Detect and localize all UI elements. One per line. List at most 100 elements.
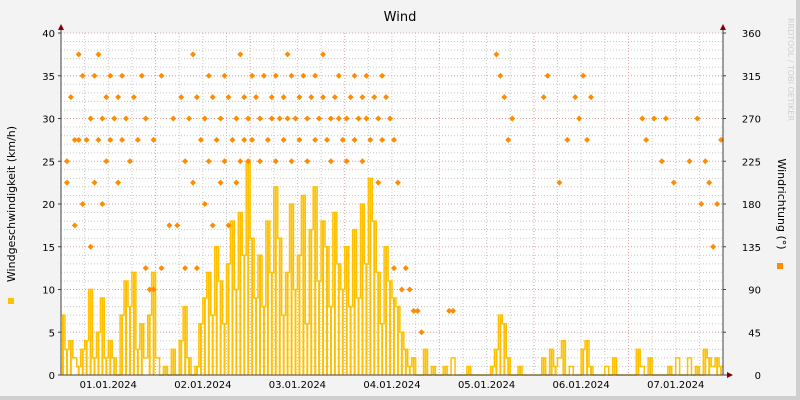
speed-bar bbox=[716, 357, 719, 375]
speed-bar bbox=[393, 298, 395, 375]
speed-bar bbox=[314, 186, 317, 375]
chart-background: Wind Windgeschwindigkeit (km/h) Windrich… bbox=[0, 0, 800, 400]
y-tick-label: 20 bbox=[42, 200, 55, 211]
speed-bar bbox=[337, 263, 340, 375]
y-tick-label: 35 bbox=[42, 72, 55, 83]
speed-bar bbox=[247, 161, 250, 375]
speed-bar bbox=[550, 349, 553, 375]
speed-bar bbox=[184, 306, 187, 375]
speed-bar bbox=[77, 366, 80, 375]
x-axis-arrow-icon bbox=[727, 372, 733, 378]
legend-speed-swatch bbox=[8, 298, 14, 304]
y-tick-label: 10 bbox=[42, 286, 55, 297]
speed-bar bbox=[306, 323, 309, 375]
speed-bar bbox=[322, 221, 325, 375]
speed-bar bbox=[404, 349, 407, 375]
speed-bar bbox=[704, 349, 707, 375]
speed-bar bbox=[381, 323, 384, 375]
speed-bar bbox=[195, 366, 198, 375]
speed-bar bbox=[369, 178, 372, 375]
y-tick-label: 40 bbox=[42, 29, 55, 40]
speed-bar bbox=[318, 280, 321, 375]
speed-bar bbox=[164, 366, 167, 375]
speed-bar bbox=[590, 366, 593, 375]
speed-bar bbox=[274, 186, 277, 375]
speed-bar bbox=[385, 246, 388, 375]
speed-bar bbox=[310, 229, 313, 375]
speed-bar bbox=[132, 272, 135, 375]
speed-bar bbox=[255, 298, 258, 375]
speed-bar bbox=[105, 357, 108, 375]
speed-bar bbox=[507, 357, 510, 375]
speed-bar bbox=[519, 366, 522, 375]
speed-bar bbox=[62, 315, 64, 375]
speed-bar bbox=[278, 238, 281, 375]
speed-bar bbox=[696, 366, 699, 375]
x-tick-label: 05.01.2024 bbox=[458, 380, 515, 391]
speed-bar bbox=[109, 340, 112, 375]
y2-tick-label: 45 bbox=[748, 328, 761, 339]
speed-bar bbox=[97, 332, 100, 375]
x-tick-label: 07.01.2024 bbox=[647, 380, 704, 391]
speed-bar bbox=[542, 357, 545, 375]
speed-bar bbox=[89, 289, 92, 375]
speed-bar bbox=[495, 349, 498, 375]
speed-bar bbox=[349, 306, 352, 375]
speed-bar bbox=[389, 280, 392, 375]
speed-bar bbox=[554, 366, 557, 375]
speed-bar bbox=[302, 195, 305, 375]
speed-bar bbox=[219, 280, 222, 375]
speed-bar bbox=[377, 272, 380, 375]
speed-bar bbox=[286, 272, 289, 375]
speed-bar bbox=[136, 349, 139, 375]
grid bbox=[61, 32, 723, 375]
speed-bar bbox=[668, 366, 671, 375]
speed-bar bbox=[503, 323, 506, 375]
speed-bar bbox=[266, 221, 269, 375]
speed-bar bbox=[223, 323, 226, 375]
watermark: RRDTOOL / TOBI OETIKER bbox=[786, 18, 795, 121]
speed-bar bbox=[262, 306, 265, 375]
speed-bar bbox=[251, 238, 254, 375]
speed-bar bbox=[412, 357, 415, 375]
y-tick-label: 15 bbox=[42, 243, 55, 254]
x-tick-label: 02.01.2024 bbox=[174, 380, 231, 391]
speed-bar bbox=[227, 263, 230, 375]
speed-bar bbox=[637, 349, 640, 375]
speed-bar bbox=[582, 349, 585, 375]
speed-bar bbox=[188, 357, 191, 375]
speed-bar bbox=[85, 340, 88, 375]
speed-bar bbox=[290, 204, 293, 375]
speed-bar bbox=[69, 340, 72, 375]
speed-bar bbox=[270, 272, 273, 375]
y-tick-label: 0 bbox=[49, 371, 55, 382]
speed-bar bbox=[373, 221, 376, 375]
speed-bar bbox=[396, 306, 399, 375]
speed-bar bbox=[400, 332, 403, 375]
speed-bar bbox=[215, 246, 218, 375]
y-tick-label: 30 bbox=[42, 115, 55, 126]
y-axis-label: Windgeschwindigkeit (km/h) bbox=[5, 126, 18, 282]
speed-bar bbox=[562, 340, 565, 375]
speed-bar bbox=[499, 315, 502, 375]
speed-bar bbox=[329, 306, 332, 375]
speed-bar bbox=[432, 366, 435, 375]
wind-chart: Wind Windgeschwindigkeit (km/h) Windrich… bbox=[5, 10, 795, 391]
speed-bar bbox=[326, 246, 329, 375]
speed-bar bbox=[121, 315, 124, 375]
speed-bar bbox=[65, 349, 68, 375]
legend-direction-swatch bbox=[777, 263, 783, 269]
y2-axis-label: Windrichtung (°) bbox=[775, 158, 788, 249]
speed-bar bbox=[586, 340, 589, 375]
speed-bar bbox=[708, 357, 711, 375]
speed-bar bbox=[180, 340, 183, 375]
speed-bar bbox=[148, 315, 151, 375]
chart-title: Wind bbox=[384, 10, 417, 25]
speed-bar bbox=[93, 357, 96, 375]
speed-bar bbox=[720, 366, 723, 375]
speed-bar bbox=[365, 263, 368, 375]
speed-bar bbox=[408, 366, 411, 375]
y2-tick-label: 270 bbox=[742, 115, 761, 126]
speed-bar bbox=[140, 323, 143, 375]
speed-bar bbox=[613, 357, 616, 375]
